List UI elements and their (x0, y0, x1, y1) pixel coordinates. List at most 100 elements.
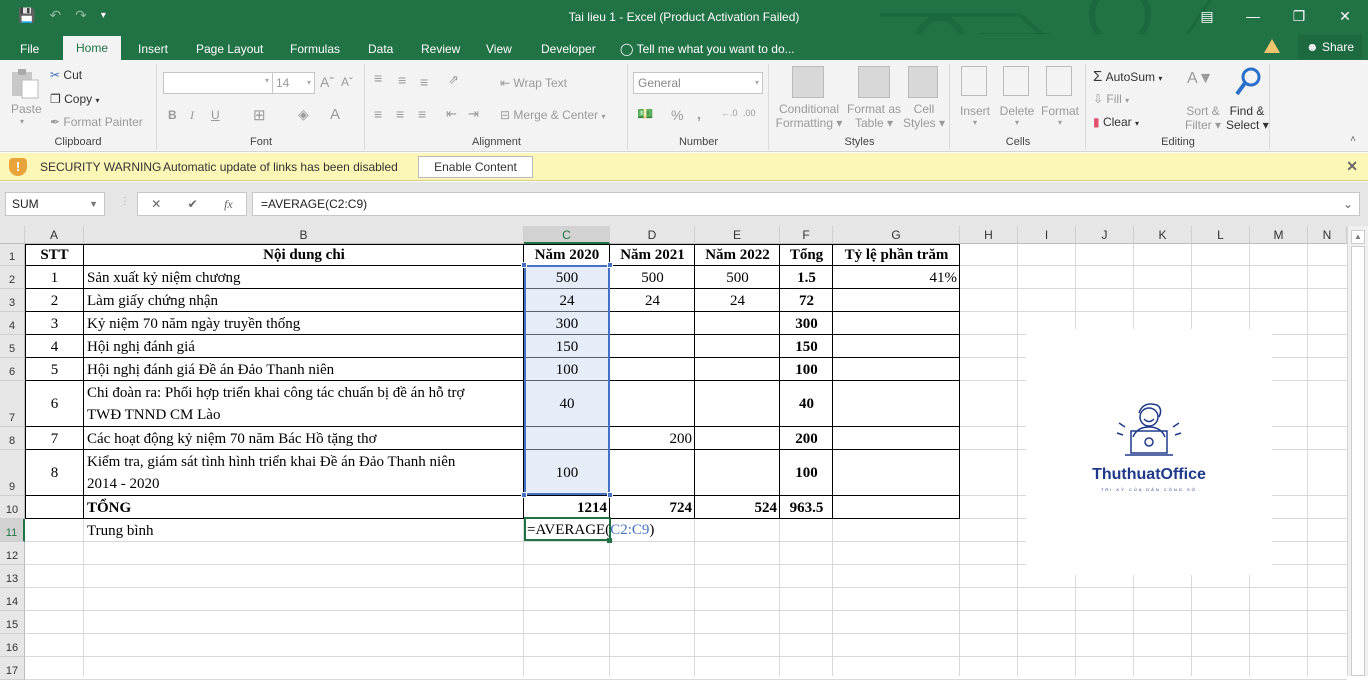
cell-content[interactable]: Kiểm tra, giám sát tình hình triển khai … (84, 450, 524, 496)
header-total[interactable]: Tổng (780, 244, 833, 266)
scroll-up-icon[interactable]: ▲ (1351, 230, 1365, 244)
column-header-e[interactable]: E (695, 226, 780, 244)
tab-data[interactable]: Data (358, 38, 403, 60)
font-size-select[interactable]: 14 ▾ (272, 72, 315, 94)
collapse-ribbon-icon[interactable]: ˄ (1350, 134, 1356, 145)
cell-2020[interactable] (524, 427, 610, 450)
header-stt[interactable]: STT (25, 244, 84, 266)
row-header-2[interactable]: 2 (0, 266, 25, 289)
cell-2022[interactable]: 24 (695, 289, 780, 312)
bottom-align-icon[interactable]: ≡ (420, 74, 428, 90)
cell-total[interactable]: 300 (780, 312, 833, 335)
cell-total[interactable]: 100 (780, 358, 833, 381)
cell-2020[interactable]: 24 (524, 289, 610, 312)
scroll-thumb[interactable] (1351, 246, 1365, 676)
cell-percent[interactable] (833, 450, 960, 496)
warning-icon[interactable] (1264, 39, 1280, 53)
row-header-3[interactable]: 3 (0, 289, 25, 312)
total-2022[interactable]: 524 (695, 496, 780, 519)
row-header-7[interactable]: 7 (0, 381, 25, 427)
cell-percent[interactable] (833, 427, 960, 450)
cell-2021[interactable] (610, 312, 695, 335)
row-header-17[interactable]: 17 (0, 657, 25, 680)
cut-button[interactable]: ✂ Cut (50, 68, 82, 82)
cell-2021[interactable]: 200 (610, 427, 695, 450)
row-header-4[interactable]: 4 (0, 312, 25, 335)
name-box[interactable]: SUM ▼ (5, 192, 105, 216)
cell-2022[interactable] (695, 312, 780, 335)
minimize-icon[interactable]: — (1230, 0, 1276, 32)
row-header-8[interactable]: 8 (0, 427, 25, 450)
expand-formula-icon[interactable]: ⌄ (1343, 193, 1353, 215)
cell-2021[interactable] (610, 335, 695, 358)
percent-button[interactable]: % (671, 107, 683, 123)
row-header-5[interactable]: 5 (0, 335, 25, 358)
cell-2021[interactable] (610, 358, 695, 381)
cell-stt[interactable]: 8 (25, 450, 84, 496)
tab-home[interactable]: Home (63, 36, 121, 60)
cell-content[interactable]: Sản xuất kỷ niệm chương (84, 266, 524, 289)
cell-percent[interactable] (833, 289, 960, 312)
wrap-text-button[interactable]: ⇤ Wrap Text (500, 76, 567, 90)
formula-input[interactable]: =AVERAGE(C2:C9) ⌄ (252, 192, 1360, 216)
cell-2022[interactable] (695, 450, 780, 496)
header-2020[interactable]: Năm 2020 (524, 244, 610, 266)
row-header-12[interactable]: 12 (0, 542, 25, 565)
cell-content[interactable]: Hội nghị đánh giá Đề án Đảo Thanh niên (84, 358, 524, 381)
fill-color-icon[interactable]: ◈ (298, 106, 309, 123)
cell-2022[interactable] (695, 381, 780, 427)
format-painter-button[interactable]: ✒ Format Painter (50, 115, 143, 129)
font-color-icon[interactable]: A (330, 106, 340, 123)
vertical-scrollbar[interactable]: ▲ (1347, 226, 1368, 676)
borders-icon[interactable]: ⊞ (253, 106, 266, 124)
row-header-11[interactable]: 11 (0, 519, 25, 542)
share-button[interactable]: ☻ Share (1297, 35, 1362, 59)
orientation-icon[interactable]: ⇗ (448, 72, 459, 88)
cell-2020[interactable]: 40 (524, 381, 610, 427)
cancel-icon[interactable]: ✕ (151, 197, 161, 211)
tab-review[interactable]: Review (411, 38, 470, 60)
tell-me-search[interactable]: ◯ Tell me what you want to do... (620, 38, 795, 60)
column-header-f[interactable]: F (780, 226, 833, 244)
tab-page-layout[interactable]: Page Layout (186, 38, 273, 60)
underline-button[interactable]: U (211, 108, 220, 122)
average-label[interactable]: Trung bình (84, 519, 524, 542)
cell-2022[interactable]: 500 (695, 266, 780, 289)
row-header-1[interactable]: 1 (0, 244, 25, 266)
cell-total[interactable]: 1.5 (780, 266, 833, 289)
row-header-16[interactable]: 16 (0, 634, 25, 657)
conditional-formatting-button[interactable]: Conditional Formatting ▾ (775, 102, 843, 130)
align-center-icon[interactable]: ≡ (396, 106, 404, 122)
enter-icon[interactable]: ✔ (188, 197, 198, 211)
cell-content[interactable]: Hội nghị đánh giá (84, 335, 524, 358)
format-cells-button[interactable]: Format ▾ (1039, 104, 1081, 127)
cell-stt[interactable]: 7 (25, 427, 84, 450)
cell-2022[interactable] (695, 427, 780, 450)
decrease-decimal-icon[interactable]: .00 (743, 108, 756, 118)
total-2021[interactable]: 724 (610, 496, 695, 519)
column-header-h[interactable]: H (960, 226, 1018, 244)
sort-filter-button[interactable]: Sort & Filter ▾ (1183, 104, 1223, 132)
total-label[interactable]: TỔNG (84, 496, 524, 519)
worksheet[interactable]: ABCDEFGHIJKLMN 1 2 3 4 5 6 7 8 9 10 11 12 13 14 15 16 17… (0, 226, 1368, 680)
increase-indent-icon[interactable]: ⇥ (468, 106, 479, 122)
tab-insert[interactable]: Insert (128, 38, 178, 60)
find-select-button[interactable]: Find & Select ▾ (1226, 104, 1269, 132)
cell-content[interactable]: Kỷ niệm 70 năm ngày truyền thống (84, 312, 524, 335)
cell-2020[interactable]: 100 (524, 358, 610, 381)
cell-percent[interactable] (833, 381, 960, 427)
format-as-table-button[interactable]: Format as Table ▾ (846, 102, 902, 130)
paste-button[interactable]: Paste (11, 102, 42, 116)
bold-button[interactable]: B (168, 108, 177, 122)
select-all-corner[interactable] (0, 226, 25, 244)
row-header-6[interactable]: 6 (0, 358, 25, 381)
cell-2020[interactable]: 500 (524, 266, 610, 289)
autosum-button[interactable]: Σ AutoSum ▾ (1093, 68, 1162, 85)
cell-content[interactable]: Làm giấy chứng nhận (84, 289, 524, 312)
cell-2020[interactable]: 150 (524, 335, 610, 358)
column-header-g[interactable]: G (833, 226, 960, 244)
column-header-b[interactable]: B (84, 226, 524, 244)
restore-icon[interactable]: ❐ (1276, 0, 1322, 32)
cell-content[interactable]: Chi đoàn ra: Phối hợp triển khai công tá… (84, 381, 524, 427)
cell-percent[interactable] (833, 335, 960, 358)
